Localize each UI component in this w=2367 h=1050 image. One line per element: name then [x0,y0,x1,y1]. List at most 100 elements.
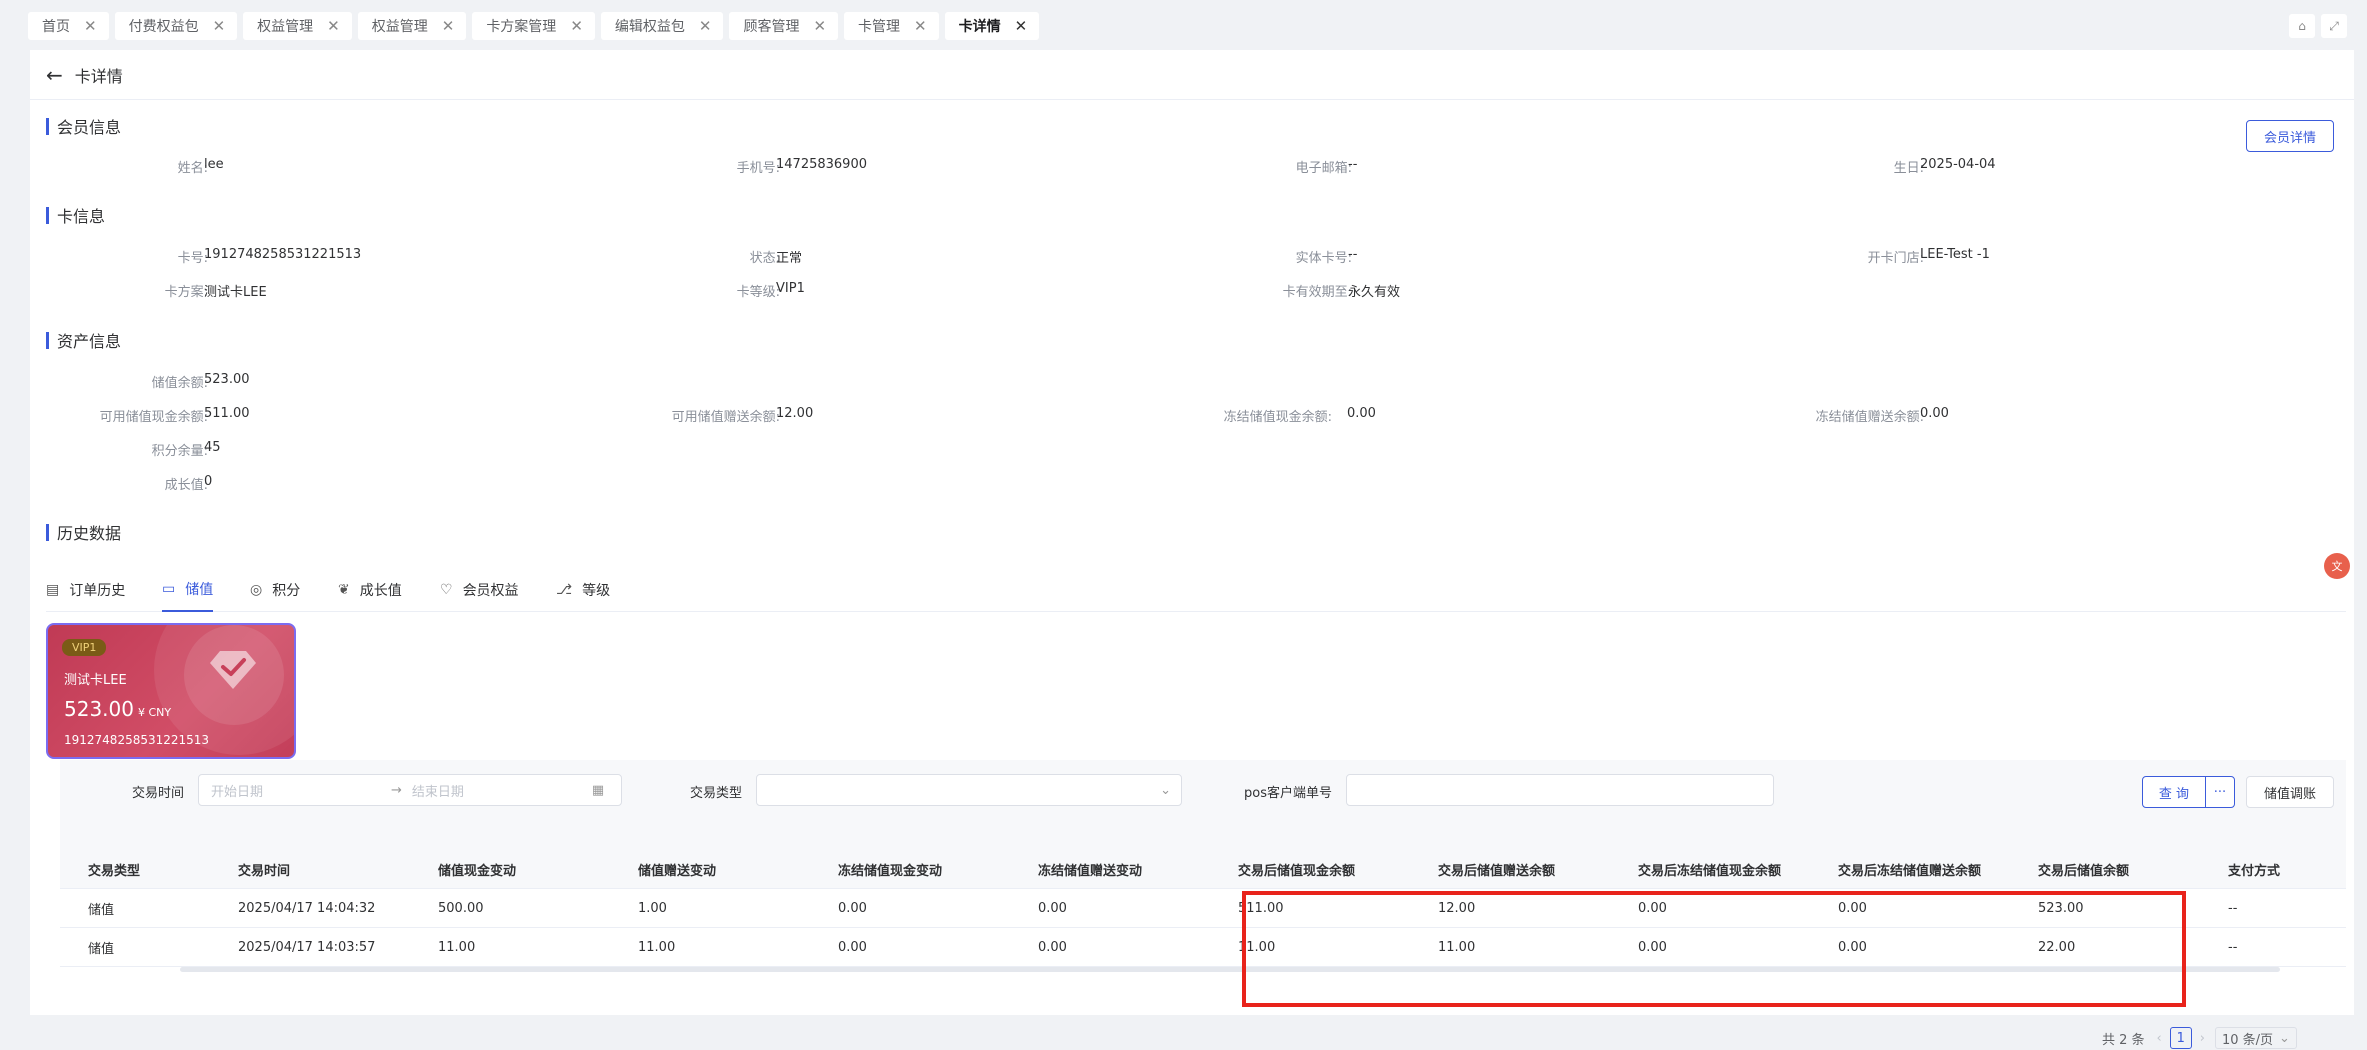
arrow-left-icon[interactable]: ← [46,63,63,87]
adjust-balance-button[interactable]: 储值调账 [2246,776,2334,808]
tab-customer-management[interactable]: 顾客管理 ✕ [729,12,839,40]
end-date-input[interactable]: 结束日期 [412,781,592,800]
gift-balance-label: 可用储值赠送余额: [671,410,780,425]
close-icon[interactable]: ✕ [213,17,226,35]
home-icon[interactable]: ⌂ [2289,14,2315,38]
chevron-left-icon[interactable]: ‹ [2157,1031,2162,1046]
tab-label: 积分 [272,583,301,599]
translate-icon[interactable]: 文 [2324,553,2350,579]
tab-label: 权益管理 [371,19,428,35]
tab-home[interactable]: 首页 ✕ [28,12,109,40]
table-cell: -- [2228,900,2238,916]
tab-benefit-management[interactable]: 权益管理 ✕ [243,12,352,40]
card-level-value: VIP1 [776,281,805,296]
close-icon[interactable]: ✕ [699,17,712,35]
tab-stored-value[interactable]: ▭ 储值 [162,568,214,612]
pos-order-label: pos客户端单号 [1244,786,1332,801]
page-button[interactable]: 1 [2169,1027,2192,1049]
points-icon: ◎ [250,582,263,598]
column-header: 交易后冻结储值现金余额 [1638,864,1782,879]
card-amount-value: 523.00 [64,697,134,721]
close-icon[interactable]: ✕ [327,17,340,35]
tab-label: 付费权益包 [128,19,199,35]
history-tabs: ▤ 订单历史 ▭ 储值 ◎ 积分 ❦ 成长值 ♡ 会员权益 ⎇ 等级 [46,568,2346,612]
query-button[interactable]: 查 询 [2142,776,2206,808]
tab-label: 储值 [185,582,214,598]
tab-label: 等级 [582,583,611,599]
date-range-picker[interactable]: 开始日期 → 结束日期 ▦ [198,774,622,806]
balance-label: 储值余额: [151,376,208,391]
tab-label: 编辑权益包 [614,19,685,35]
tab-card-plan-management[interactable]: 卡方案管理 ✕ [472,12,595,40]
trade-time-label: 交易时间 [132,786,185,801]
pos-order-input[interactable] [1346,774,1774,806]
column-header: 交易后冻结储值赠送余额 [1838,864,1982,879]
name-label: 姓名: [177,161,208,176]
section-card-info: 卡信息 [46,203,105,227]
tab-edit-benefit-pack[interactable]: 编辑权益包 ✕ [600,12,724,40]
table-cell: 11.00 [638,939,676,955]
close-icon[interactable]: ✕ [442,17,455,35]
page-size-select[interactable]: 10 条/页 ⌄ [2214,1027,2297,1049]
cash-balance-value: 511.00 [204,406,250,421]
filter-bar: 交易时间 开始日期 → 结束日期 ▦ 交易类型 ⌄ pos客户端单号 查 询 ·… [60,760,2346,860]
table-cell: 2025/04/17 14:04:32 [238,900,376,916]
close-icon[interactable]: ✕ [813,17,826,35]
chevron-right-icon[interactable]: › [2200,1031,2205,1046]
status-label: 状态: [749,251,780,266]
more-button[interactable]: ··· [2205,776,2235,808]
table-cell: 0.00 [838,939,867,955]
tab-label: 订单历史 [69,583,126,599]
close-icon[interactable]: ✕ [570,17,583,35]
calendar-icon: ▦ [591,782,605,798]
document-icon: ▤ [46,582,60,598]
birthday-label: 生日: [1893,161,1924,176]
tab-label: 卡管理 [858,19,901,35]
points-value: 45 [204,440,221,455]
tab-label: 首页 [42,19,70,35]
diamond-icon [210,651,256,689]
tab-level[interactable]: ⎇ 等级 [556,568,610,612]
table-cell: 11.00 [438,939,476,955]
member-detail-button[interactable]: 会员详情 [2246,120,2334,152]
column-header: 冻结储值现金变动 [838,864,943,879]
start-date-input[interactable]: 开始日期 [211,781,391,800]
page-size-label: 10 条/页 [2221,1032,2274,1048]
card-level-badge: VIP1 [62,639,107,656]
column-header: 交易类型 [88,864,141,879]
close-icon[interactable]: ✕ [84,17,97,35]
close-icon[interactable]: ✕ [914,17,927,35]
page-header: ← 卡详情 [30,50,2354,100]
heart-icon: ♡ [440,582,453,598]
card-plan-value: 测试卡LEE [204,285,267,300]
card-name: 测试卡LEE [64,673,127,688]
tab-growth[interactable]: ❦ 成长值 [338,568,402,612]
column-header: 交易后储值现金余额 [1238,864,1356,879]
fullscreen-icon[interactable]: ⤢ [2321,14,2347,38]
card-level-label: 卡等级: [736,285,780,300]
tab-order-history[interactable]: ▤ 订单历史 [46,568,125,612]
section-asset-info: 资产信息 [46,328,121,352]
tab-card-management[interactable]: 卡管理 ✕ [844,12,939,40]
member-card[interactable]: VIP1 测试卡LEE 523.00 ¥ CNY 1912748258531221… [46,623,296,759]
name-value: lee [204,157,224,172]
close-icon[interactable]: ✕ [1015,17,1028,35]
trade-type-select[interactable]: ⌄ [756,774,1182,806]
tab-benefit-management-2[interactable]: 权益管理 ✕ [357,12,467,40]
highlight-box [1242,891,2186,1007]
card-amount: 523.00 ¥ CNY [64,697,171,721]
table-cell: 储值 [88,902,115,918]
pagination: 共 2 条 ‹ 1 › 10 条/页 ⌄ [2102,1026,2297,1050]
tab-member-benefits[interactable]: ♡ 会员权益 [440,568,519,612]
column-header: 冻结储值赠送变动 [1038,864,1143,879]
tab-label: 权益管理 [257,19,314,35]
table-cell: -- [2228,939,2238,955]
tab-card-detail[interactable]: 卡详情 ✕ [944,12,1040,40]
tab-paid-benefit-pack[interactable]: 付费权益包 ✕ [114,12,238,40]
tab-label: 卡方案管理 [486,19,557,35]
trade-type-label: 交易类型 [690,786,743,801]
level-icon: ⎇ [556,582,573,598]
tab-points[interactable]: ◎ 积分 [250,568,300,612]
points-label: 积分余量: [151,444,208,459]
section-member-info: 会员信息 [46,114,121,138]
